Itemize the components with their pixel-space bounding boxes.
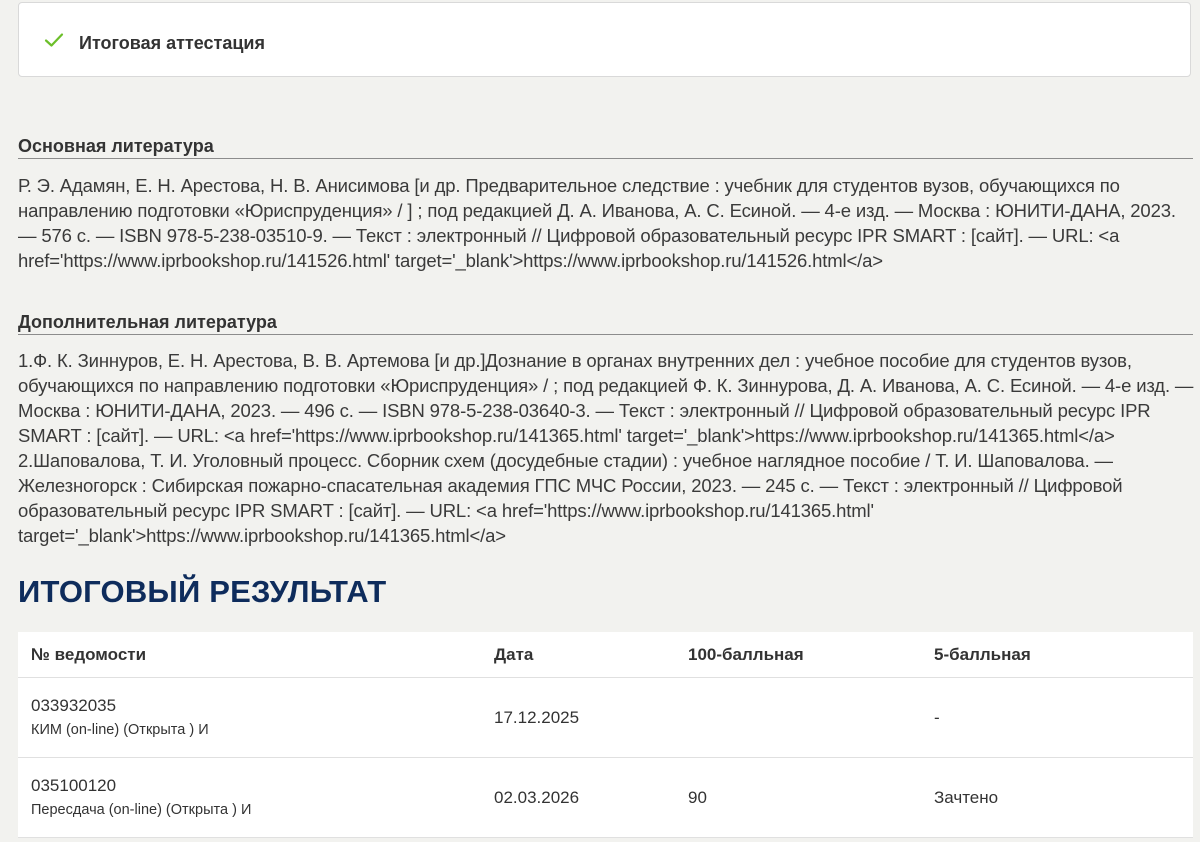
attestation-title: Итоговая аттестация — [79, 33, 265, 53]
table-header-row: № ведомости Дата 100-балльная 5-балльная — [18, 632, 1193, 678]
column-header-score100: 100-балльная — [675, 632, 921, 678]
date-cell: 02.03.2026 — [481, 757, 675, 838]
table-row: 033932035 КИМ (on-line) (Открыта ) И 17.… — [18, 677, 1193, 758]
column-header-date: Дата — [481, 632, 675, 678]
check-icon — [44, 33, 64, 47]
main-literature-text: Р. Э. Адамян, Е. Н. Арестова, Н. В. Анис… — [18, 175, 1176, 271]
column-header-score5: 5-балльная — [921, 632, 1193, 678]
attestation-card[interactable]: Итоговая аттестация — [18, 2, 1191, 77]
statement-number: 033932035 — [31, 696, 117, 715]
score100-cell: 90 — [675, 757, 921, 838]
score5-cell: Зачтено — [921, 757, 1193, 838]
score5-cell: - — [921, 677, 1193, 758]
main-literature-heading: Основная литература — [18, 135, 1193, 159]
statement-number: 035100120 — [31, 776, 117, 795]
column-header-number: № ведомости — [18, 632, 481, 678]
statement-type: КИМ (on-line) (Открыта ) И — [31, 722, 209, 738]
additional-literature-heading: Дополнительная литература — [18, 311, 1193, 335]
date-cell: 17.12.2025 — [481, 677, 675, 758]
additional-literature-text: 1.Ф. К. Зиннуров, Е. Н. Арестова, В. В. … — [18, 350, 1194, 546]
statement-cell: 033932035 КИМ (on-line) (Открыта ) И — [18, 677, 481, 758]
statement-type: Пересдача (on-line) (Открыта ) И — [31, 802, 252, 818]
results-table: № ведомости Дата 100-балльная 5-балльная… — [18, 632, 1193, 838]
table-row: 035100120 Пересдача (on-line) (Открыта )… — [18, 757, 1193, 838]
statement-cell: 035100120 Пересдача (on-line) (Открыта )… — [18, 757, 481, 838]
final-result-heading: ИТОГОВЫЙ РЕЗУЛЬТАТ — [18, 574, 387, 609]
score100-cell — [675, 677, 921, 758]
